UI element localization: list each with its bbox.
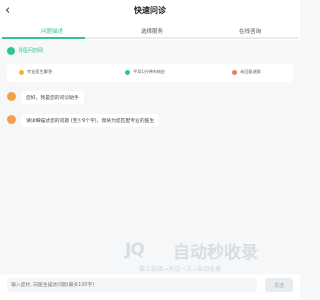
feature-item: 未回复退款	[232, 69, 261, 75]
chat-bubble: 您好，我是您的问诊助手	[21, 91, 84, 104]
feature-item: 专业医生解答	[19, 69, 52, 75]
feature-item: 平均1分钟内响应	[125, 69, 165, 75]
brand-logo-icon	[7, 47, 15, 55]
brand-name: 寻医问药网	[18, 48, 44, 54]
watermark-logo: JQ	[125, 240, 145, 260]
assistant-avatar	[7, 115, 16, 124]
step-progress-fill	[2, 37, 85, 39]
watermark: JQ 自动秒收录 做上链接→来访一次→自动收录	[125, 238, 295, 278]
chat-bubble: 请详细描述您的问题 (至少9个字)，我将为您匹配专业的医生	[21, 114, 160, 127]
step-select-service: 选择服务	[140, 29, 163, 35]
watermark-text: 自动秒收录	[173, 243, 258, 263]
badge-icon	[19, 69, 24, 75]
feature-label: 平均1分钟内响应	[133, 69, 165, 74]
symptom-input[interactable]	[7, 278, 257, 292]
page-title: 快速问诊	[134, 6, 166, 15]
watermark-subtitle: 做上链接→来访一次→自动收录	[139, 266, 222, 273]
lightning-icon	[125, 69, 130, 75]
step-problem-description: 问题描述	[40, 29, 63, 35]
refund-icon	[232, 69, 237, 75]
assistant-avatar	[7, 92, 16, 101]
top-navbar: ‹ 快速问诊	[0, 0, 300, 24]
step-indicator: 问题描述 选择服务 在线咨询	[0, 24, 300, 40]
feature-strip: 专业医生解答 平均1分钟内响应 未回复退款	[7, 64, 293, 82]
input-bar: 发送	[0, 274, 300, 300]
feature-label: 未回复退款	[240, 69, 261, 74]
step-online-consult: 在线咨询	[238, 29, 261, 35]
send-button[interactable]: 发送	[265, 278, 293, 292]
feature-label: 专业医生解答	[27, 69, 53, 74]
